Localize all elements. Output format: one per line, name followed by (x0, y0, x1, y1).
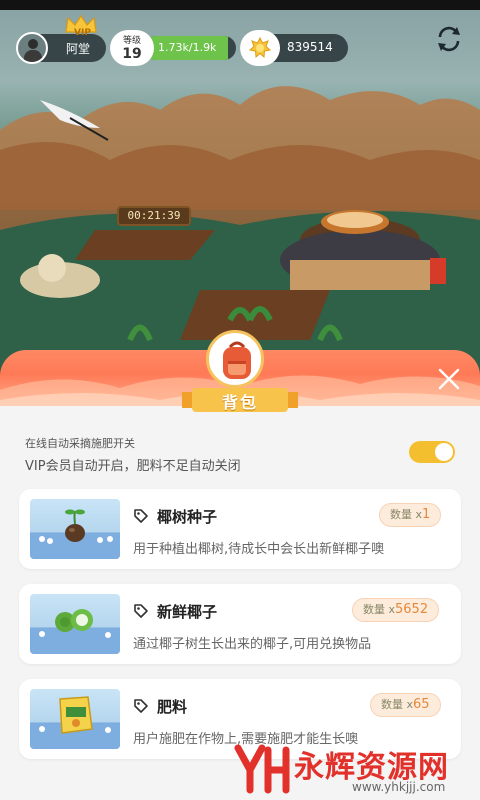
xp-bar: 1.73k/1.9k (144, 36, 236, 60)
coconut-icon (30, 609, 120, 654)
item-quantity: 数量 x5652 (352, 598, 440, 622)
vip-badge: VIP (74, 28, 91, 38)
level-label: 等级 (122, 36, 141, 46)
quantity-label: 数量 x (381, 698, 414, 711)
toggle-knob (435, 443, 453, 461)
watermark-url: www.yhkjjj.com (352, 780, 446, 794)
auto-harvest-toggle[interactable] (409, 441, 455, 463)
quantity-value: 65 (413, 697, 430, 712)
status-bar (0, 0, 480, 10)
crop-timer: 00:21:39 (117, 206, 191, 226)
tag-icon (134, 604, 148, 618)
fertilizer-icon (30, 696, 120, 749)
watermark-logo (234, 744, 290, 794)
quantity-label: 数量 x (390, 508, 423, 521)
item-card-coconut[interactable]: 新鲜椰子 数量 x5652 通过椰子树生长出来的椰子,可用兑换物品 (19, 584, 461, 664)
level-indicator[interactable]: 1.73k/1.9k 等级 19 (110, 30, 236, 66)
avatar-body (24, 50, 42, 62)
item-card-seed[interactable]: 椰树种子 数量 x1 用于种植出椰树,待成长中会长出新鲜椰子噢 (19, 489, 461, 569)
player-name: 阿堂 (66, 42, 91, 56)
auto-harvest-title: 在线自动采摘施肥开关 (25, 437, 135, 450)
item-description: 用于种植出椰树,待成长中会长出新鲜椰子噢 (133, 542, 385, 557)
close-icon[interactable] (436, 366, 462, 392)
backpack-badge (206, 330, 264, 388)
watermark: 永辉资源网 www.yhkjjj.com (232, 740, 472, 796)
item-thumbnail (30, 594, 120, 654)
sync-icon[interactable] (432, 22, 466, 56)
panel-title: 背包 (221, 393, 258, 412)
auto-harvest-description: VIP会员自动开启，肥料不足自动关闭 (25, 459, 241, 474)
coin-icon (249, 37, 271, 59)
item-quantity: 数量 x65 (370, 693, 441, 717)
quantity-value: 5652 (395, 602, 429, 617)
item-quantity: 数量 x1 (379, 503, 442, 527)
level-value: 19 (122, 46, 142, 62)
tag-icon (134, 699, 148, 713)
avatar[interactable] (16, 32, 48, 64)
tag-icon (134, 509, 148, 523)
item-description: 通过椰子树生长出来的椰子,可用兑换物品 (133, 637, 372, 652)
xp-text: 1.73k/1.9k (158, 41, 217, 54)
quantity-label: 数量 x (363, 603, 396, 616)
item-thumbnail (30, 499, 120, 559)
player-profile[interactable]: VIP 阿堂 (16, 14, 106, 64)
item-thumbnail (30, 689, 120, 749)
coin-badge (240, 30, 280, 66)
item-name: 新鲜椰子 (157, 603, 218, 621)
seed-icon (30, 509, 120, 559)
level-badge: 等级 19 (110, 30, 154, 66)
coin-balance[interactable]: 839514 (240, 30, 348, 66)
quantity-value: 1 (422, 507, 431, 522)
avatar-head (28, 39, 38, 49)
item-name: 肥料 (157, 698, 188, 716)
coin-amount: 839514 (287, 40, 333, 54)
item-name: 椰树种子 (157, 508, 218, 526)
backpack-icon (223, 341, 251, 379)
